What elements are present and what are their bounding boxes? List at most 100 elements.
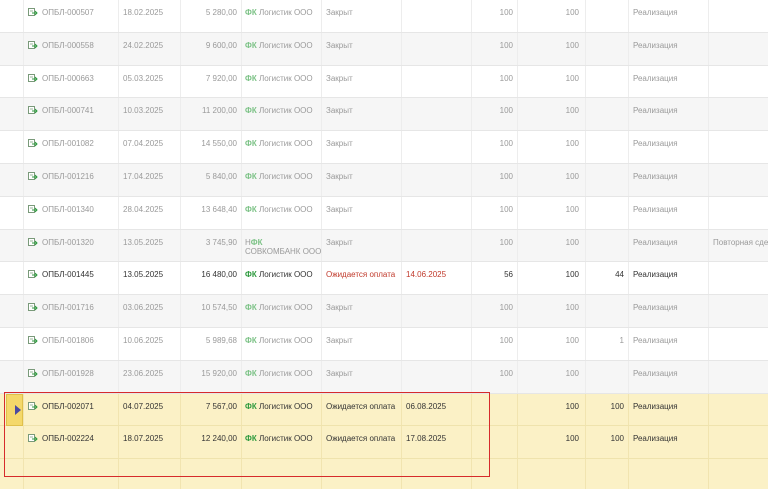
table-row[interactable]: ОПБЛ-001716 03.06.2025 10 574,50 ФК Логистик… (0, 295, 768, 328)
org-name: Логистик ООО (259, 368, 313, 378)
fk-label: ФК (245, 171, 257, 181)
doc-date: 04.07.2025 (123, 401, 164, 411)
doc-number: ОПБЛ-001320 (42, 237, 94, 247)
document-arrow-icon (28, 335, 38, 344)
qty-2: 100 (565, 335, 579, 345)
org-name: Логистик ООО (259, 434, 313, 444)
qty-2: 100 (565, 237, 579, 247)
document-arrow-icon (28, 237, 38, 246)
doc-date: 28.04.2025 (123, 204, 164, 214)
table-row[interactable]: ОПБЛ-000663 05.03.2025 7 920,00 ФК Логистик … (0, 65, 768, 99)
table-row[interactable]: ОПБЛ-001320 13.05.2025 3 745,90 НФК СОВКОМБА… (0, 229, 768, 263)
document-arrow-icon (28, 73, 38, 82)
document-arrow-icon (28, 106, 38, 115)
doc-number: ОПБЛ-001806 (42, 335, 94, 345)
table-row[interactable]: ОПБЛ-001928 23.06.2025 15 920,00 ФК Логистик… (0, 360, 768, 394)
qty-1: 100 (499, 8, 513, 17)
status: Закрыт (326, 303, 353, 313)
qty-1: 100 (499, 139, 513, 149)
qty-2: 100 (565, 303, 579, 313)
table-row[interactable]: ОПБЛ-001216 17.04.2025 5 840,00 ФК Логистик … (0, 163, 768, 197)
qty-2: 100 (565, 401, 579, 411)
qty-1: 100 (499, 171, 513, 181)
status: Закрыт (326, 237, 353, 247)
doc-date: 13.05.2025 (123, 237, 164, 247)
status: Закрыт (326, 73, 353, 83)
document-arrow-icon (28, 434, 38, 443)
qty-1: 100 (499, 40, 513, 50)
org-name: Логистик ООО (259, 270, 313, 280)
doc-date: 05.03.2025 (123, 73, 164, 83)
doc-number: ОПБЛ-002224 (42, 434, 94, 444)
operation-type: Реализация (633, 139, 678, 149)
qty-1: 100 (499, 106, 513, 116)
org-name: Логистик ООО (259, 73, 313, 83)
table-row[interactable]: ОПБЛ-002071 04.07.2025 7 567,00 ФК Логистик … (0, 393, 768, 427)
fk-label: ФК (245, 40, 257, 50)
operation-type: Реализация (633, 303, 678, 313)
doc-date: 23.06.2025 (123, 368, 164, 378)
status: Ожидается оплата (326, 270, 396, 280)
status: Закрыт (326, 335, 353, 345)
qty-2: 100 (565, 368, 579, 378)
doc-sum: 5 280,00 (205, 8, 237, 17)
fk-label: ФК (245, 73, 257, 83)
operation-type: Реализация (633, 204, 678, 214)
due-date: 14.06.2025 (406, 270, 447, 280)
org-name: СОВКОМБАНК ООО (245, 246, 322, 256)
table-row[interactable]: ОПБЛ-001445 13.05.2025 16 480,00 ФК Логистик… (0, 262, 768, 296)
qty-3: 1 (619, 335, 624, 345)
note: Повторная сде (713, 237, 768, 247)
operation-type: Реализация (633, 171, 678, 181)
table-row[interactable]: ОПБЛ-002224 18.07.2025 12 240,00 ФК Логистик… (0, 426, 768, 460)
fk-label: ФК (245, 368, 257, 378)
table-row[interactable]: ОПБЛ-000507 18.02.2025 5 280,00 ФК Логистик … (0, 0, 768, 33)
doc-sum: 9 600,00 (205, 40, 237, 50)
qty-1: 56 (504, 270, 513, 280)
doc-number: ОПБЛ-000558 (42, 40, 94, 50)
qty-2: 100 (565, 139, 579, 149)
doc-sum: 3 745,90 (205, 237, 237, 247)
doc-number: ОПБЛ-000507 (42, 8, 94, 17)
due-date: 17.08.2025 (406, 434, 447, 444)
operation-type: Реализация (633, 73, 678, 83)
operation-type: Реализация (633, 270, 678, 280)
fk-label: ФК (245, 434, 257, 444)
qty-2: 100 (565, 204, 579, 214)
table-row[interactable]: ОПБЛ-000558 24.02.2025 9 600,00 ФК Логистик … (0, 32, 768, 66)
current-row-arrow-icon (15, 404, 21, 415)
doc-number: ОПБЛ-001445 (42, 270, 94, 280)
doc-number: ОПБЛ-001716 (42, 303, 94, 313)
doc-date: 13.05.2025 (123, 270, 164, 280)
doc-sum: 13 648,40 (201, 204, 237, 214)
operation-type: Реализация (633, 335, 678, 345)
operation-type: Реализация (633, 401, 678, 411)
document-arrow-icon (28, 303, 38, 312)
doc-number: ОПБЛ-001082 (42, 139, 94, 149)
qty-3: 44 (615, 270, 624, 280)
table-row[interactable]: ОПБЛ-001082 07.04.2025 14 550,00 ФК Логистик… (0, 131, 768, 164)
doc-date: 10.03.2025 (123, 106, 164, 116)
operation-type: Реализация (633, 106, 678, 116)
qty-1: 100 (499, 204, 513, 214)
document-arrow-icon (28, 8, 38, 16)
status: Закрыт (326, 106, 353, 116)
operation-type: Реализация (633, 40, 678, 50)
table-row[interactable]: ОПБЛ-001806 10.06.2025 5 989,68 ФК Логистик … (0, 327, 768, 361)
document-arrow-icon (28, 270, 38, 279)
document-arrow-icon (28, 368, 38, 377)
table-row[interactable]: ОПБЛ-000741 10.03.2025 11 200,00 ФК Логистик… (0, 98, 768, 132)
org-name: Логистик ООО (259, 139, 313, 149)
doc-number: ОПБЛ-001928 (42, 368, 94, 378)
qty-1: 100 (499, 303, 513, 313)
doc-number: ОПБЛ-000663 (42, 73, 94, 83)
qty-1: 100 (499, 73, 513, 83)
table-row[interactable]: ОПБЛ-001340 28.04.2025 13 648,40 ФК Логистик… (0, 196, 768, 230)
doc-date: 18.07.2025 (123, 434, 164, 444)
qty-2: 100 (565, 434, 579, 444)
empty-row (0, 459, 768, 490)
due-date: 06.08.2025 (406, 401, 447, 411)
document-arrow-icon (28, 204, 38, 213)
document-arrow-icon (28, 401, 38, 410)
fk-label: ФК (245, 401, 257, 411)
